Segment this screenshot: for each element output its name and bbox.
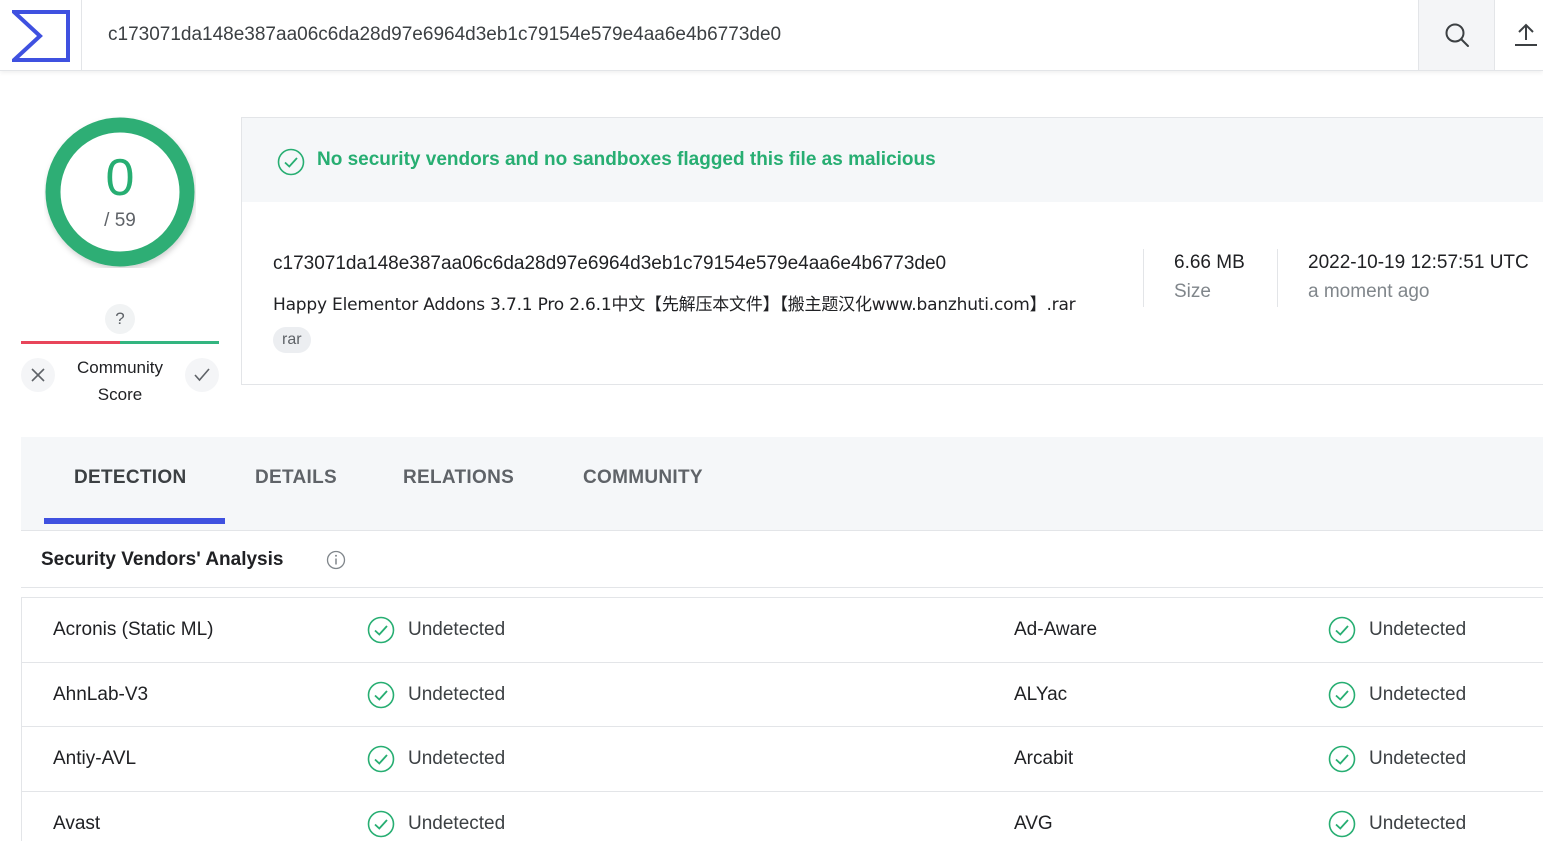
check-circle-icon bbox=[277, 148, 305, 176]
analysis-date: 2022-10-19 12:57:51 UTC bbox=[1308, 252, 1529, 273]
verdict-text: No security vendors and no sandboxes fla… bbox=[317, 149, 936, 170]
table-row: Acronis (Static ML) Undetected Ad-Aware … bbox=[22, 598, 1543, 663]
table-row: Avast Undetected AVG Undetected bbox=[22, 792, 1543, 841]
logo-icon bbox=[11, 9, 70, 62]
community-score: ? Community Score bbox=[21, 300, 219, 410]
tab-relations[interactable]: RELATIONS bbox=[403, 437, 514, 523]
file-summary-card: No security vendors and no sandboxes fla… bbox=[241, 117, 1543, 385]
divider bbox=[1143, 249, 1144, 307]
file-type-tag[interactable]: rar bbox=[273, 327, 311, 353]
score-detections: 0 bbox=[105, 149, 135, 207]
upload-button[interactable] bbox=[1496, 0, 1543, 70]
check-circle-icon bbox=[367, 810, 395, 837]
search-input[interactable] bbox=[83, 0, 1418, 70]
search-icon bbox=[1445, 23, 1469, 47]
check-circle-icon bbox=[1328, 745, 1356, 773]
search-button[interactable] bbox=[1418, 0, 1495, 70]
analysis-date-relative: a moment ago bbox=[1308, 281, 1430, 302]
file-name: Happy Elementor Addons 3.7.1 Pro 2.6.1中文… bbox=[273, 295, 1076, 315]
verdict-banner: No security vendors and no sandboxes fla… bbox=[242, 118, 1543, 202]
vendor-name: Avast bbox=[53, 812, 101, 834]
vendor-name: AhnLab-V3 bbox=[53, 683, 149, 705]
community-score-badge: ? bbox=[105, 304, 135, 334]
vendor-name: Arcabit bbox=[1014, 748, 1074, 769]
vendor-name: Antiy-AVL bbox=[53, 748, 137, 769]
analysis-title: Security Vendors' Analysis bbox=[41, 549, 284, 570]
community-bar-malicious bbox=[21, 341, 120, 344]
file-hash[interactable]: c173071da148e387aa06c6da28d97e6964d3eb1c… bbox=[273, 253, 946, 275]
vote-malicious-button[interactable] bbox=[21, 358, 55, 392]
vendor-name: Acronis (Static ML) bbox=[53, 619, 214, 640]
table-row: AhnLab-V3 Undetected ALYac Undetected bbox=[22, 663, 1543, 727]
vendor-result: Undetected bbox=[408, 748, 506, 769]
vendor-result: Undetected bbox=[408, 812, 506, 834]
tab-bar: DETECTION DETAILS RELATIONS COMMUNITY bbox=[21, 437, 1543, 531]
check-circle-icon bbox=[1328, 616, 1356, 644]
check-circle-icon bbox=[1328, 810, 1356, 837]
virustotal-logo[interactable] bbox=[0, 0, 82, 71]
vendor-name: ALYac bbox=[1014, 683, 1068, 705]
score-total: / 59 bbox=[104, 210, 136, 231]
table-row: Antiy-AVL Undetected Arcabit Undetected bbox=[22, 727, 1543, 792]
vendor-result: Undetected bbox=[408, 619, 506, 640]
tab-detection[interactable]: DETECTION bbox=[74, 437, 186, 523]
check-circle-icon bbox=[367, 681, 395, 708]
active-tab-indicator bbox=[44, 518, 225, 524]
divider bbox=[1277, 249, 1278, 307]
detection-score: 0 / 59 bbox=[44, 116, 196, 268]
check-circle-icon bbox=[1328, 681, 1356, 708]
vendor-table: Acronis (Static ML) Undetected Ad-Aware … bbox=[21, 597, 1543, 841]
top-bar bbox=[0, 0, 1543, 71]
check-icon bbox=[194, 368, 210, 382]
analysis-header: Security Vendors' Analysis bbox=[21, 533, 1543, 588]
tab-community[interactable]: COMMUNITY bbox=[583, 437, 703, 523]
upload-icon bbox=[1515, 23, 1537, 46]
info-icon[interactable] bbox=[326, 550, 346, 570]
community-score-label: Community Score bbox=[77, 358, 163, 404]
close-icon bbox=[31, 368, 45, 382]
file-size-value: 6.66 MB bbox=[1174, 252, 1245, 273]
community-bar-harmless bbox=[120, 341, 219, 344]
check-circle-icon bbox=[367, 745, 395, 773]
vendor-result: Undetected bbox=[1369, 748, 1467, 769]
vendor-result: Undetected bbox=[408, 683, 506, 705]
check-circle-icon bbox=[367, 616, 395, 644]
tab-details[interactable]: DETAILS bbox=[255, 437, 337, 523]
vendor-name: AVG bbox=[1014, 812, 1053, 834]
vendor-name: Ad-Aware bbox=[1014, 619, 1098, 640]
vendor-result: Undetected bbox=[1369, 619, 1467, 640]
vendor-result: Undetected bbox=[1369, 812, 1467, 834]
file-size-label: Size bbox=[1174, 281, 1211, 302]
vendor-result: Undetected bbox=[1369, 683, 1467, 705]
vote-harmless-button[interactable] bbox=[185, 358, 219, 392]
